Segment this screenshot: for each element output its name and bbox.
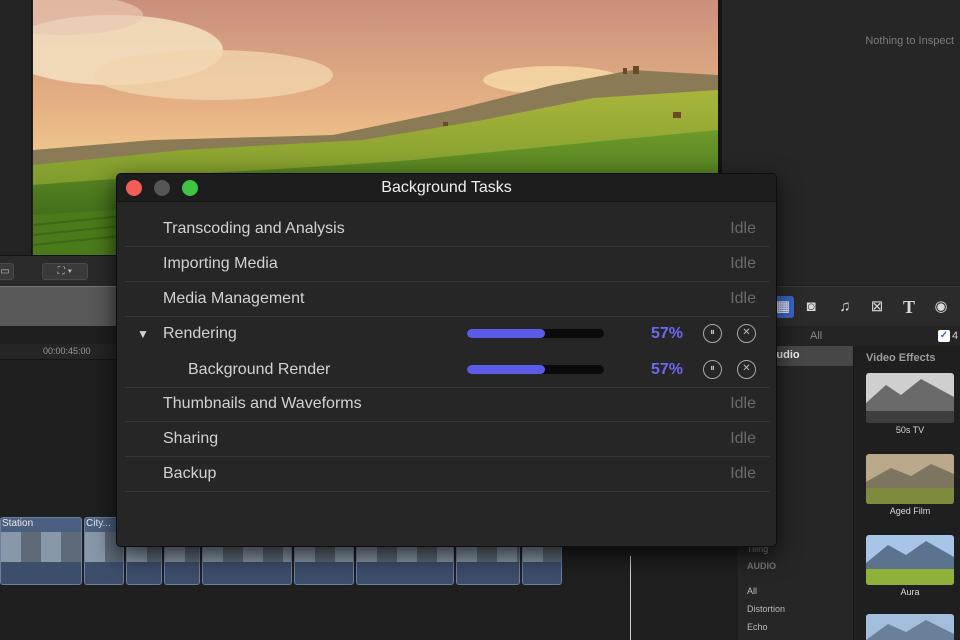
task-name: Sharing [163, 430, 219, 447]
task-status: Idle [730, 255, 756, 272]
background-render-progress-bar [467, 365, 604, 374]
category-audio-all[interactable]: All [747, 586, 757, 596]
dialog-title: Background Tasks [381, 179, 512, 196]
task-row-sharing: Sharing Idle [117, 422, 776, 457]
pause-background-render-button[interactable]: ⏸ [703, 360, 722, 379]
effect-aged-film[interactable]: Aged Film [866, 454, 954, 516]
pause-rendering-button[interactable]: ⏸ [703, 324, 722, 343]
transform-menu-button[interactable]: ⛶ ▾ [42, 263, 88, 280]
titles-icon[interactable]: T [898, 296, 920, 318]
timecode-label: 00:00:45:00 [43, 346, 91, 356]
effects-grid: Video Effects 50s TV Aged Film Aura [853, 346, 960, 640]
disclosure-triangle-icon[interactable]: ▼ [137, 327, 149, 341]
task-status: Idle [730, 465, 756, 482]
filter-all-link[interactable]: All [810, 330, 822, 342]
audio-section-header: AUDIO [747, 561, 776, 571]
libraries-sidebar-edge [0, 0, 32, 255]
task-name: Media Management [163, 290, 305, 307]
task-name: Transcoding and Analysis [163, 220, 345, 237]
category-distortion[interactable]: Distortion [747, 604, 785, 614]
task-row-background-render: Background Render 57% ⏸ ✕ [117, 353, 776, 388]
background-tasks-dialog: Background Tasks Transcoding and Analysi… [116, 173, 777, 547]
transitions-icon[interactable]: ⊠ [866, 296, 888, 318]
task-name: Rendering [163, 325, 237, 342]
rendering-progress-bar [467, 329, 604, 338]
task-row-rendering: ▼ Rendering 57% ⏸ ✕ [117, 317, 776, 352]
viewer-display-button[interactable]: ▭ [0, 263, 14, 280]
filter-count: 4 [952, 330, 959, 342]
effect-aura[interactable]: Aura [866, 535, 954, 597]
inspector-empty-message: Nothing to Inspect [865, 35, 954, 47]
task-status: Idle [730, 220, 756, 237]
task-name: Thumbnails and Waveforms [163, 395, 362, 412]
timeline-clip[interactable]: Station [0, 517, 82, 585]
music-icon[interactable]: ♫ [834, 296, 856, 318]
generators-icon[interactable]: ◉ [930, 296, 952, 318]
rendering-percent: 57% [650, 325, 683, 342]
task-status: Idle [730, 290, 756, 307]
background-render-percent: 57% [650, 361, 683, 378]
photo-icon[interactable]: ◙ [800, 296, 822, 318]
task-row-backup: Backup Idle [117, 457, 776, 492]
task-row-importing: Importing Media Idle [117, 247, 776, 282]
task-row-transcoding: Transcoding and Analysis Idle [117, 212, 776, 247]
installed-effects-checkbox[interactable]: ✓ [938, 330, 950, 342]
task-row-media-management: Media Management Idle [117, 282, 776, 317]
category-echo[interactable]: Echo [747, 622, 768, 632]
cancel-background-render-button[interactable]: ✕ [737, 360, 756, 379]
playhead[interactable] [630, 556, 631, 640]
fcp-window: Nothing to Inspect ▭ ⛶ ▾ 00:00:45:00 Sta… [0, 0, 960, 640]
effect-thumbnail[interactable] [866, 614, 954, 640]
effect-50s-tv[interactable]: 50s TV [866, 373, 954, 435]
task-name: Background Render [188, 361, 331, 378]
effects-section-title: Video Effects [866, 352, 936, 364]
dialog-titlebar[interactable]: Background Tasks [117, 174, 776, 202]
cancel-rendering-button[interactable]: ✕ [737, 324, 756, 343]
task-status: Idle [730, 430, 756, 447]
task-name: Backup [163, 465, 217, 482]
task-status: Idle [730, 395, 756, 412]
task-row-thumbnails: Thumbnails and Waveforms Idle [117, 387, 776, 422]
task-name: Importing Media [163, 255, 278, 272]
